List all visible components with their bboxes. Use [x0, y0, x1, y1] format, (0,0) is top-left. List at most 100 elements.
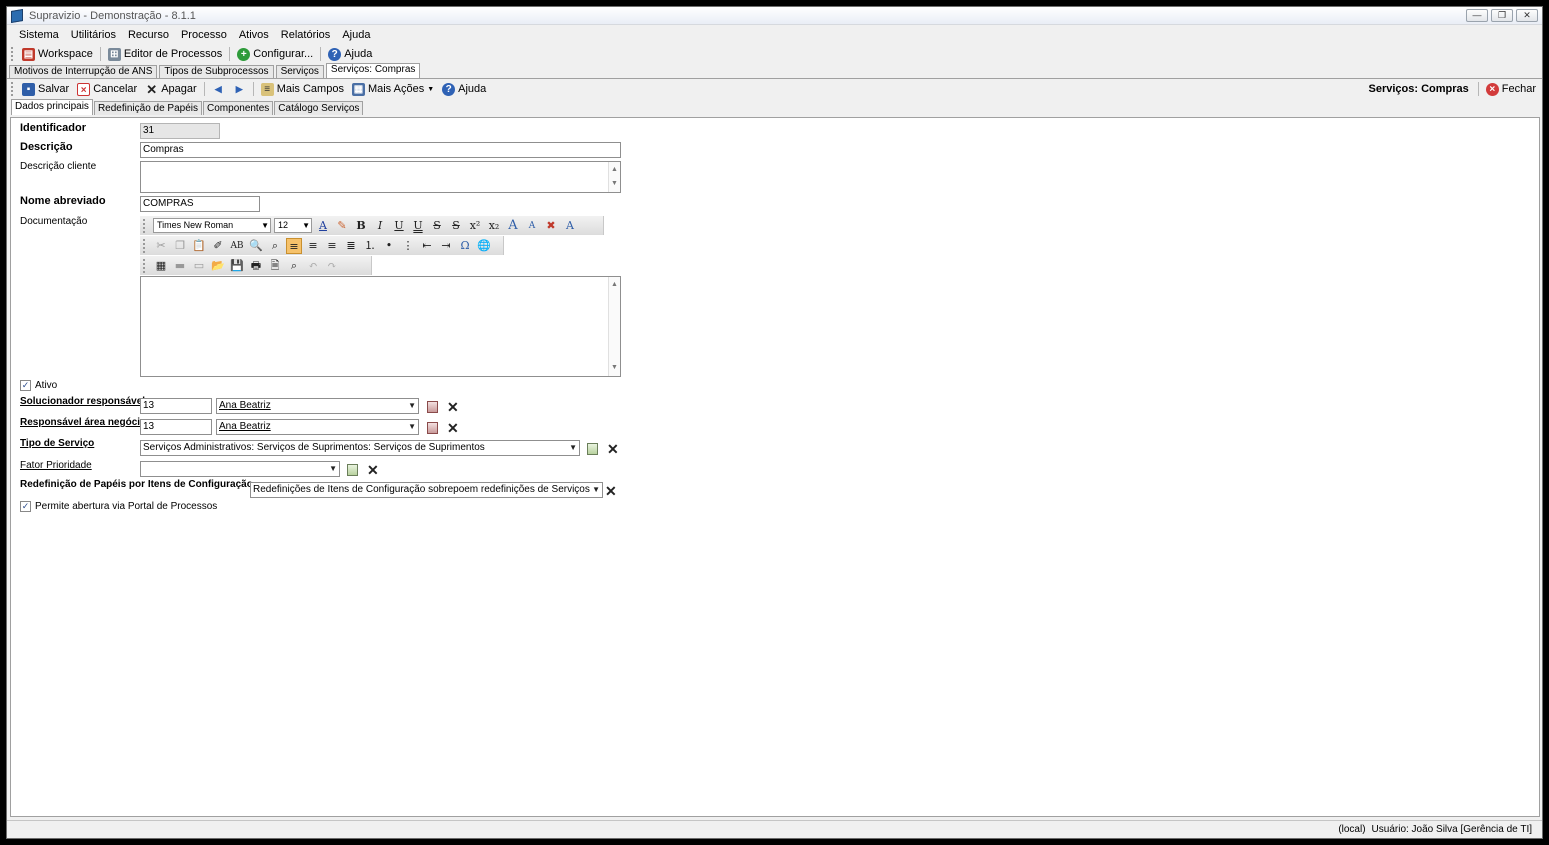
grow-font-icon[interactable]: A	[505, 218, 521, 234]
insert-table-icon[interactable]: ▦	[153, 258, 169, 274]
minimize-button[interactable]: —	[1466, 9, 1488, 22]
bold-icon[interactable]: B	[353, 218, 369, 234]
strikethrough-icon[interactable]: S	[429, 218, 445, 234]
print-icon[interactable]: 🖶	[248, 258, 264, 274]
delete-button[interactable]: ✕ Apagar	[141, 83, 200, 96]
responsavel-code-field[interactable]: 13	[140, 419, 212, 435]
previous-button[interactable]: ◀	[208, 83, 229, 96]
hyperlink-icon[interactable]: 🌐	[476, 238, 492, 254]
more-actions-button[interactable]: ▦ Mais Ações ▼	[348, 82, 438, 96]
close-window-button[interactable]: ✕	[1516, 9, 1538, 22]
scrollbar[interactable]: ▲ ▼	[608, 277, 620, 376]
documentacao-editor[interactable]: ▲ ▼	[140, 276, 621, 377]
solucionador-code-field[interactable]: 13	[140, 398, 212, 414]
paste-special-icon[interactable]: ✐	[210, 238, 226, 254]
shrink-font-icon[interactable]: A	[524, 218, 540, 234]
clear-format-icon[interactable]: ✖	[543, 218, 559, 234]
menu-processo[interactable]: Processo	[175, 29, 233, 41]
tab-servicos[interactable]: Serviços	[275, 65, 324, 78]
fator-prioridade-select[interactable]: ▼	[140, 461, 340, 477]
form-help-button[interactable]: ? Ajuda	[438, 82, 490, 96]
multilevel-list-icon[interactable]: ⋮	[400, 238, 416, 254]
menu-ajuda[interactable]: Ajuda	[336, 29, 376, 41]
tipo-servico-select[interactable]: Serviços Administrativos: Serviços de Su…	[140, 440, 580, 456]
ajuda-button[interactable]: ? Ajuda	[324, 47, 376, 61]
increase-indent-icon[interactable]: ⇥	[438, 238, 454, 254]
redo-icon[interactable]: ↷	[324, 258, 340, 274]
cancel-button[interactable]: × Cancelar	[73, 82, 141, 96]
redefinicao-select[interactable]: Redefinições de Itens de Configuração so…	[250, 482, 603, 498]
numbered-list-icon[interactable]: ⒈	[362, 238, 378, 254]
save-button[interactable]: ▪ Salvar	[18, 82, 73, 96]
configurar-button[interactable]: + Configurar...	[233, 47, 317, 61]
tab-tipos-subprocessos[interactable]: Tipos de Subprocessos	[159, 65, 274, 78]
menu-sistema[interactable]: Sistema	[13, 29, 65, 41]
menu-ativos[interactable]: Ativos	[233, 29, 275, 41]
paste-icon[interactable]: 📋	[191, 238, 207, 254]
font-color-icon[interactable]: A	[315, 218, 331, 234]
underline-icon[interactable]: U	[391, 218, 407, 234]
copy-icon[interactable]: ❐	[172, 238, 188, 254]
print-preview-icon[interactable]: 🗎	[267, 258, 283, 274]
symbol-omega-icon[interactable]: Ω	[457, 238, 473, 254]
lookup-icon[interactable]	[427, 401, 438, 413]
editor-processos-button[interactable]: ⊞ Editor de Processos	[104, 47, 226, 61]
permite-portal-checkbox[interactable]: ✓	[20, 501, 31, 512]
scrollbar[interactable]: ▲ ▼	[608, 162, 620, 192]
undo-icon[interactable]: ↶	[305, 258, 321, 274]
tab-redefinicao-papeis[interactable]: Redefinição de Papéis	[93, 101, 203, 115]
table-row-icon[interactable]: ▬	[172, 258, 188, 274]
menu-utilitarios[interactable]: Utilitários	[65, 29, 122, 41]
edit-item-icon[interactable]	[347, 464, 358, 476]
next-button[interactable]: ▶	[229, 83, 250, 96]
cut-icon[interactable]: ✂	[153, 238, 169, 254]
tab-motivos-interrupcao[interactable]: Motivos de Interrupção de ANS	[9, 65, 158, 78]
menu-recurso[interactable]: Recurso	[122, 29, 175, 41]
align-right-icon[interactable]: ≡	[324, 238, 340, 254]
close-form-button[interactable]: × Fechar	[1482, 82, 1542, 96]
find-icon[interactable]: 🔍	[248, 238, 264, 254]
superscript-icon[interactable]: x²	[467, 218, 483, 234]
more-fields-button[interactable]: ≡ Mais Campos	[257, 82, 348, 96]
double-strikethrough-icon[interactable]: S	[448, 218, 464, 234]
window-controls: — ❐ ✕	[1466, 9, 1542, 22]
spellcheck-icon[interactable]: AB	[229, 238, 245, 254]
responsavel-select[interactable]: Ana Beatriz ▼	[216, 419, 419, 435]
edit-item-icon[interactable]	[587, 443, 598, 455]
ativo-checkbox[interactable]: ✓	[20, 380, 31, 391]
nome-abreviado-field[interactable]: COMPRAS	[140, 196, 260, 212]
tab-servicos-compras[interactable]: Serviços: Compras	[325, 63, 421, 78]
open-folder-icon[interactable]: 📂	[210, 258, 226, 274]
tab-dados-principais[interactable]: Dados principais	[11, 99, 93, 115]
replace-icon[interactable]: ⌕	[267, 238, 283, 254]
workspace-button[interactable]: ▤ Workspace	[18, 47, 97, 61]
decrease-indent-icon[interactable]: ⇤	[419, 238, 435, 254]
font-dialog-icon[interactable]: A	[562, 218, 578, 234]
menu-relatorios[interactable]: Relatórios	[275, 29, 337, 41]
clear-solucionador-icon[interactable]: ✕	[447, 400, 459, 414]
font-family-select[interactable]: Times New Roman ▼	[153, 218, 271, 233]
clear-tipo-servico-icon[interactable]: ✕	[607, 442, 619, 456]
clear-fator-prioridade-icon[interactable]: ✕	[367, 463, 379, 477]
highlight-icon[interactable]: ✎	[334, 218, 350, 234]
tab-catalogo-servicos[interactable]: Catálogo Serviços	[274, 101, 364, 115]
save-doc-icon[interactable]: 💾	[229, 258, 245, 274]
lookup-icon[interactable]	[427, 422, 438, 434]
clear-responsavel-icon[interactable]: ✕	[447, 421, 459, 435]
align-justify-icon[interactable]: ≣	[343, 238, 359, 254]
descricao-field[interactable]: Compras	[140, 142, 621, 158]
align-center-icon[interactable]: ≡	[305, 238, 321, 254]
bullet-list-icon[interactable]: •	[381, 238, 397, 254]
zoom-page-icon[interactable]: ⌕	[286, 258, 302, 274]
solucionador-select[interactable]: Ana Beatriz ▼	[216, 398, 419, 414]
align-left-icon[interactable]: ≡	[286, 237, 302, 254]
font-size-select[interactable]: 12 ▼	[274, 218, 312, 233]
clear-redefinicao-icon[interactable]: ✕	[605, 484, 617, 498]
tab-componentes[interactable]: Componentes	[203, 101, 274, 115]
descricao-cliente-textarea[interactable]: ▲ ▼	[140, 161, 621, 193]
double-underline-icon[interactable]: U	[410, 218, 426, 234]
italic-icon[interactable]: I	[372, 218, 388, 234]
table-merge-icon[interactable]: ▭	[191, 258, 207, 274]
restore-button[interactable]: ❐	[1491, 9, 1513, 22]
subscript-icon[interactable]: x₂	[486, 218, 502, 234]
